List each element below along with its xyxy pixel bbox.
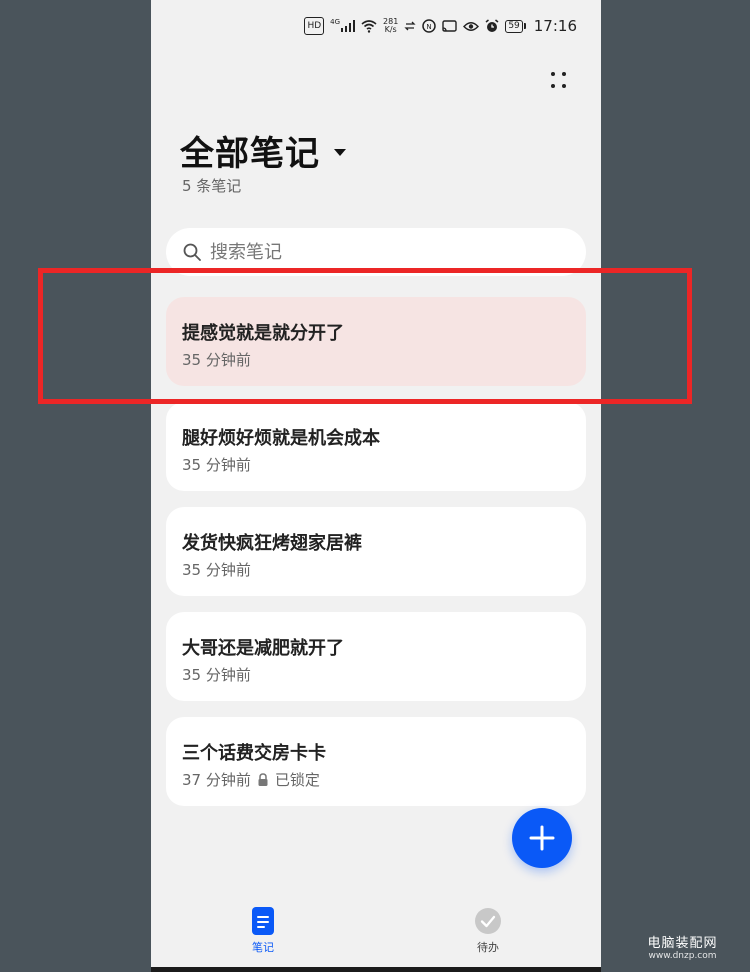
- tab-notes[interactable]: 笔记: [233, 907, 293, 955]
- alarm-icon: [485, 18, 499, 34]
- add-note-button[interactable]: [512, 808, 572, 868]
- folder-selector[interactable]: 全部笔记: [180, 126, 346, 175]
- note-count: 5 条笔记: [182, 177, 242, 195]
- watermark-url: www.dnzp.com: [648, 951, 717, 961]
- data-transfer-icon: [404, 18, 416, 34]
- status-bar: HD 4G 281 K/s N 59 17:16: [304, 14, 577, 38]
- phone-screen: HD 4G 281 K/s N 59 17:16 全部笔记 5 条笔记 搜索笔记…: [151, 0, 601, 967]
- nfc-icon: N: [422, 18, 437, 34]
- cast-icon: [442, 18, 458, 34]
- note-card[interactable]: 提感觉就是就分开了 35 分钟前: [166, 297, 586, 386]
- clock: 17:16: [533, 17, 577, 35]
- search-input[interactable]: [210, 241, 550, 263]
- search-bar[interactable]: [166, 228, 586, 276]
- bottom-nav: 笔记 待办: [151, 895, 601, 967]
- network-type: 4G: [330, 18, 341, 26]
- checkmark-circle-icon: [475, 908, 501, 934]
- signal-icon: 4G: [330, 18, 356, 34]
- more-options-icon[interactable]: [547, 68, 569, 92]
- hd-badge: HD: [304, 17, 325, 35]
- network-speed: 281 K/s: [383, 18, 398, 34]
- note-card[interactable]: 三个话费交房卡卡 37 分钟前 已锁定: [166, 717, 586, 806]
- battery-level: 59: [505, 19, 523, 33]
- note-title: 大哥还是减肥就开了: [182, 638, 344, 659]
- note-title: 发货快疯狂烤翅家居裤: [182, 533, 362, 554]
- note-time: 35 分钟前: [182, 666, 251, 684]
- note-meta: 35 分钟前: [182, 349, 251, 370]
- note-title: 提感觉就是就分开了: [182, 323, 344, 344]
- caret-down-icon: [334, 149, 346, 156]
- tab-todo[interactable]: 待办: [458, 907, 518, 955]
- lock-icon: [257, 772, 269, 787]
- note-card[interactable]: 大哥还是减肥就开了 35 分钟前: [166, 612, 586, 701]
- plus-icon: [529, 825, 555, 851]
- bottom-edge: [151, 967, 601, 972]
- note-time: 35 分钟前: [182, 351, 251, 369]
- note-time: 37 分钟前: [182, 771, 251, 789]
- note-time: 35 分钟前: [182, 456, 251, 474]
- svg-text:N: N: [427, 23, 432, 31]
- note-title: 三个话费交房卡卡: [182, 743, 326, 764]
- note-meta: 37 分钟前 已锁定: [182, 769, 320, 790]
- watermark: 电脑装配网 www.dnzp.com: [620, 932, 745, 961]
- note-meta: 35 分钟前: [182, 454, 251, 475]
- note-time: 35 分钟前: [182, 561, 251, 579]
- tab-notes-label: 笔记: [252, 941, 274, 954]
- note-card[interactable]: 发货快疯狂烤翅家居裤 35 分钟前: [166, 507, 586, 596]
- note-card[interactable]: 腿好烦好烦就是机会成本 35 分钟前: [166, 402, 586, 491]
- lock-status: 已锁定: [274, 771, 320, 789]
- wifi-icon: [361, 18, 377, 34]
- note-meta: 35 分钟前: [182, 559, 251, 580]
- note-document-icon: [252, 907, 274, 935]
- note-title: 腿好烦好烦就是机会成本: [182, 428, 380, 449]
- note-meta: 35 分钟前: [182, 664, 251, 685]
- watermark-text: 电脑装配网: [647, 936, 718, 951]
- speed-unit: K/s: [384, 25, 397, 34]
- page-title: 全部笔记: [180, 134, 320, 174]
- eye-comfort-icon: [463, 18, 480, 34]
- search-icon: [182, 242, 202, 262]
- battery-icon: 59: [505, 18, 526, 34]
- tab-todo-label: 待办: [477, 941, 499, 954]
